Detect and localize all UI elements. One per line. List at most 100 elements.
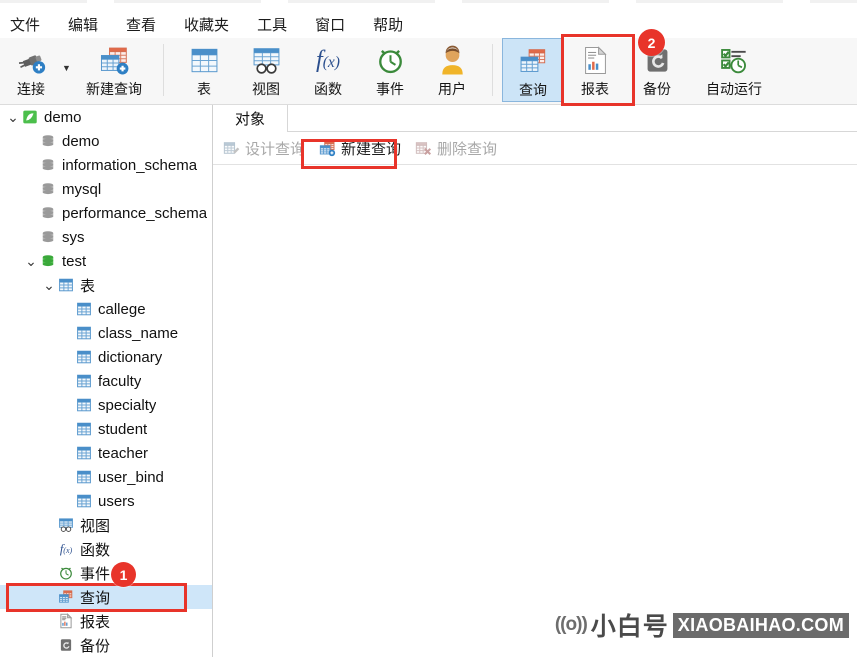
tab-row-filler bbox=[287, 105, 857, 132]
tree-chevron-placeholder bbox=[42, 537, 56, 561]
report-icon bbox=[56, 609, 76, 633]
tree-item-class_name[interactable]: class_name bbox=[0, 321, 212, 345]
tree-chevron-placeholder bbox=[24, 129, 38, 153]
chevron-down-icon[interactable]: ⌄ bbox=[42, 273, 56, 297]
content-panel: 对象 设计查询 新建查询 删除查询 bbox=[213, 105, 857, 657]
tree-item-node[interactable]: 视图 bbox=[0, 513, 212, 537]
toolbar-button-label: 视图 bbox=[252, 81, 280, 97]
tree-item-label: demo bbox=[62, 132, 100, 150]
toolbar-function[interactable]: f(x) 函数 bbox=[297, 38, 359, 102]
view-icon bbox=[251, 43, 282, 77]
user-icon bbox=[437, 43, 468, 77]
toolbar-button-label: 新建查询 bbox=[86, 81, 142, 97]
menu-favorites[interactable]: 收藏夹 bbox=[170, 11, 243, 38]
tree-item-label: test bbox=[62, 252, 87, 270]
toolbar-new-query[interactable]: 新建查询 bbox=[74, 38, 154, 102]
table-icon bbox=[56, 273, 76, 297]
tree-item-label: users bbox=[98, 492, 135, 510]
tree-chevron-placeholder bbox=[60, 489, 74, 513]
tree-chevron-placeholder bbox=[24, 201, 38, 225]
tree-item-label: specialty bbox=[98, 396, 157, 414]
tree-item-node[interactable]: f(x) 函数 bbox=[0, 537, 212, 561]
toolbar-automation[interactable]: 自动运行 bbox=[688, 38, 780, 102]
automation-icon bbox=[719, 43, 750, 77]
menu-help[interactable]: 帮助 bbox=[359, 11, 417, 38]
broadcast-icon: ((o)) bbox=[554, 614, 588, 635]
object-button-label: 删除查询 bbox=[437, 140, 498, 158]
tree-item-users[interactable]: users bbox=[0, 489, 212, 513]
tree-chevron-placeholder bbox=[60, 393, 74, 417]
toolbar-table[interactable]: 表 bbox=[173, 38, 235, 102]
chevron-down-icon[interactable]: ▼ bbox=[62, 63, 74, 73]
table-icon bbox=[74, 345, 94, 369]
toolbar-separator bbox=[492, 44, 493, 96]
tree-item-label: class_name bbox=[98, 324, 179, 342]
tree-item-demo[interactable]: demo bbox=[0, 129, 212, 153]
tree-item-node[interactable]: 报表 bbox=[0, 609, 212, 633]
menu-tools[interactable]: 工具 bbox=[243, 11, 301, 38]
tree-chevron-placeholder bbox=[60, 321, 74, 345]
database-icon bbox=[38, 225, 58, 249]
new-query-icon bbox=[99, 43, 130, 77]
tree-item-mysql[interactable]: mysql bbox=[0, 177, 212, 201]
tree-item-label: callege bbox=[98, 300, 146, 318]
tree-item-test[interactable]: ⌄ test bbox=[0, 249, 212, 273]
menu-view[interactable]: 查看 bbox=[112, 11, 170, 38]
menu-file[interactable]: 文件 bbox=[0, 11, 54, 38]
tree-item-faculty[interactable]: faculty bbox=[0, 369, 212, 393]
table-icon bbox=[189, 43, 220, 77]
toolbar-view[interactable]: 视图 bbox=[235, 38, 297, 102]
tree-item-callege[interactable]: callege bbox=[0, 297, 212, 321]
connect-icon bbox=[16, 43, 47, 77]
tree-item-dictionary[interactable]: dictionary bbox=[0, 345, 212, 369]
toolbar-query[interactable]: 查询 bbox=[502, 38, 564, 102]
chevron-down-icon[interactable]: ⌄ bbox=[24, 249, 38, 273]
tree-chevron-placeholder bbox=[42, 609, 56, 633]
toolbar-separator bbox=[163, 44, 164, 96]
annotation-box-new-query bbox=[301, 139, 397, 169]
tree-item-specialty[interactable]: specialty bbox=[0, 393, 212, 417]
tree-item-node[interactable]: ⌄ 表 bbox=[0, 273, 212, 297]
event-icon bbox=[375, 43, 406, 77]
tree-item-node[interactable]: 事件 bbox=[0, 561, 212, 585]
database-open-icon bbox=[38, 249, 58, 273]
tree-item-label: faculty bbox=[98, 372, 142, 390]
tree-item-teacher[interactable]: teacher bbox=[0, 441, 212, 465]
tab-object[interactable]: 对象 bbox=[213, 105, 287, 132]
tree-item-student[interactable]: student bbox=[0, 417, 212, 441]
design-query-icon bbox=[223, 140, 240, 157]
function-icon: f(x) bbox=[316, 45, 340, 73]
tree-item-node[interactable]: 备份 bbox=[0, 633, 212, 657]
tree-chevron-placeholder bbox=[60, 345, 74, 369]
tree-item-label: user_bind bbox=[98, 468, 164, 486]
toolbar-event[interactable]: 事件 bbox=[359, 38, 421, 102]
annotation-badge-two: 2 bbox=[638, 29, 665, 56]
tree-item-label: 视图 bbox=[80, 517, 111, 535]
tree-item-label: 表 bbox=[80, 277, 96, 295]
delete-query-button: 删除查询 bbox=[408, 135, 504, 162]
function-icon: f(x) bbox=[59, 541, 73, 556]
tree-chevron-placeholder bbox=[60, 297, 74, 321]
menu-window[interactable]: 窗口 bbox=[301, 11, 359, 38]
menu-edit[interactable]: 编辑 bbox=[54, 11, 112, 38]
tree-chevron-placeholder bbox=[42, 561, 56, 585]
table-icon bbox=[74, 321, 94, 345]
tree-chevron-placeholder bbox=[60, 465, 74, 489]
tree-item-information_schema[interactable]: information_schema bbox=[0, 153, 212, 177]
chevron-down-icon[interactable]: ⌄ bbox=[6, 105, 20, 129]
database-icon bbox=[38, 177, 58, 201]
tree-chevron-placeholder bbox=[24, 225, 38, 249]
tree-item-sys[interactable]: sys bbox=[0, 225, 212, 249]
toolbar-button-label: 连接 bbox=[17, 81, 45, 97]
object-tree-sidebar[interactable]: ⌄ demo demo information_schema mysql performa… bbox=[0, 105, 213, 657]
tree-item-user_bind[interactable]: user_bind bbox=[0, 465, 212, 489]
toolbar-connect[interactable]: 连接 bbox=[0, 38, 62, 102]
site-brand-logo: ((o)) 小白号 XIAOBAIHAO.COM bbox=[555, 607, 849, 643]
toolbar-user[interactable]: 用户 bbox=[421, 38, 483, 102]
tree-chevron-placeholder bbox=[24, 177, 38, 201]
toolbar-button-label: 查询 bbox=[519, 82, 547, 98]
table-icon bbox=[74, 369, 94, 393]
tree-item-performance_schema[interactable]: performance_schema bbox=[0, 201, 212, 225]
tree-item-demo[interactable]: ⌄ demo bbox=[0, 105, 212, 129]
tree-chevron-placeholder bbox=[60, 369, 74, 393]
